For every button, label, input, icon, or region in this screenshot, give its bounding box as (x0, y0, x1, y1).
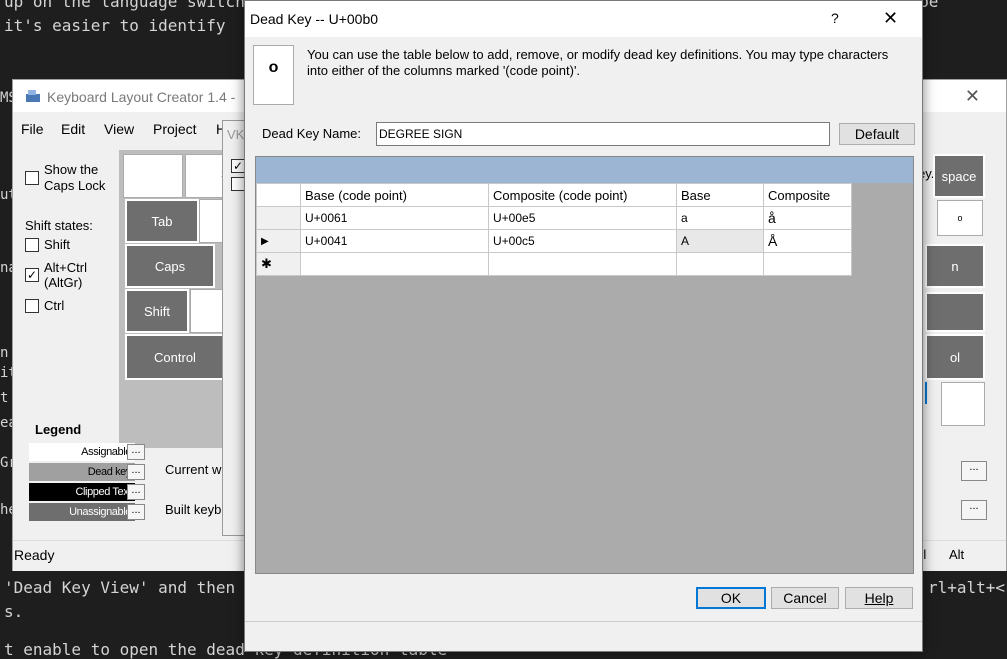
klc-close-icon[interactable]: ✕ (965, 86, 980, 107)
cell-base[interactable]: A (676, 229, 764, 253)
table-row[interactable]: U+0061 U+00e5 a å (256, 206, 852, 230)
dead-key-name-label: Dead Key Name: (262, 126, 361, 141)
dialog-footer-divider (245, 621, 922, 622)
ctrl-label: Ctrl (44, 298, 65, 313)
cancel-button[interactable]: Cancel (771, 587, 839, 609)
altgr-checkbox[interactable]: ✓ (25, 268, 39, 282)
key-right-shift[interactable] (925, 292, 985, 332)
shift-label: Shift (44, 237, 71, 252)
keyboard-app-icon (25, 88, 41, 104)
help-button[interactable]: Help (845, 587, 913, 609)
cell-composite[interactable] (763, 252, 852, 276)
dead-key-name-input[interactable]: DEGREE SIGN (376, 122, 830, 146)
col-base-code-point[interactable]: Base (code point) (300, 183, 489, 207)
close-icon[interactable]: ✕ (883, 8, 898, 29)
dialog-title: Dead Key -- U+00b0 (250, 11, 379, 27)
key-right-ctrl[interactable]: ol (925, 334, 985, 380)
key-control[interactable]: Control (125, 334, 225, 380)
key-right-o[interactable]: o (937, 200, 983, 236)
dialog-description: You can use the table below to add, remo… (307, 47, 889, 78)
bg-text-line4: s. (4, 602, 24, 621)
key-caps[interactable]: Caps (125, 244, 215, 288)
cell-composite[interactable]: å (763, 206, 852, 230)
menu-project[interactable]: Project (153, 121, 197, 137)
dead-key-grid: Base (code point) Composite (code point)… (255, 156, 914, 574)
klc-title: Keyboard Layout Creator 1.4 - (47, 89, 236, 105)
dead-key-dialog: Dead Key -- U+00b0 ? ✕ o You can use the… (244, 0, 923, 652)
status-alt: Alt (949, 547, 965, 562)
bg-left-fragment: n (0, 345, 9, 361)
help-icon[interactable]: ? (831, 10, 839, 26)
ok-button[interactable]: OK (696, 587, 766, 609)
right-dots-button-1[interactable]: ... (961, 461, 987, 481)
show-caps-lock-label: Show the Caps Lock (44, 162, 106, 193)
cell-base[interactable]: a (676, 206, 764, 230)
vk-checkbox-1[interactable]: ✓ (231, 159, 245, 173)
legend-dead-key-dots[interactable]: ... (127, 464, 145, 480)
key-right-blank[interactable] (941, 382, 985, 426)
cell-base-cp[interactable]: U+0061 (300, 206, 489, 230)
grid-header-row: Base (code point) Composite (code point)… (256, 183, 852, 207)
row-header-corner (256, 183, 301, 207)
dialog-title-bar: Dead Key -- U+00b0 ? ✕ (245, 1, 922, 37)
legend-title: Legend (35, 422, 82, 437)
bg-text-line3-right: rl+alt+<k (928, 578, 1007, 597)
legend-dead-key: Dead key (29, 463, 135, 481)
bg-text-line3: 'Dead Key View' and then (4, 578, 236, 597)
row-marker[interactable] (256, 206, 301, 230)
key-enter[interactable]: n (925, 244, 985, 288)
vk-title: VK (227, 127, 245, 142)
dead-key-table: Base (code point) Composite (code point)… (256, 183, 852, 276)
altgr-label: Alt+Ctrl (AltGr) (44, 260, 87, 290)
bg-text-line2: it's easier to identify (4, 16, 226, 35)
ctrl-checkbox[interactable] (25, 299, 39, 313)
legend-unassignable: Unassignable (29, 503, 135, 521)
key-blank[interactable] (123, 154, 183, 198)
shift-checkbox[interactable] (25, 238, 39, 252)
menu-file[interactable]: File (21, 121, 44, 137)
col-composite[interactable]: Composite (763, 183, 852, 207)
table-row[interactable]: ▶ U+0041 U+00c5 A Å (256, 229, 852, 253)
key-backspace[interactable]: space (933, 154, 985, 198)
cell-composite[interactable]: Å (763, 229, 852, 253)
grid-caption-bar (256, 157, 913, 183)
row-marker-new[interactable]: ✱ (256, 252, 301, 276)
bg-left-fragment: t (0, 390, 9, 406)
legend-assignable: Assignable (29, 443, 135, 461)
default-button[interactable]: Default (839, 123, 915, 145)
menu-edit[interactable]: Edit (61, 121, 85, 137)
cell-base[interactable] (676, 252, 764, 276)
focus-marker (925, 382, 927, 404)
current-label: Current w (165, 462, 222, 477)
menu-view[interactable]: View (104, 121, 134, 137)
key-tab[interactable]: Tab (125, 199, 199, 243)
shift-states-label: Shift states: (25, 218, 93, 233)
key-shift[interactable]: Shift (125, 289, 189, 333)
legend-clipped-text: Clipped Text (29, 483, 135, 501)
col-composite-code-point[interactable]: Composite (code point) (488, 183, 677, 207)
show-caps-lock-checkbox[interactable] (25, 171, 39, 185)
legend-clipped-text-dots[interactable]: ... (127, 484, 145, 500)
legend-unassignable-dots[interactable]: ... (127, 504, 145, 520)
vk-checkbox-2[interactable] (231, 177, 245, 191)
built-label: Built keyb (165, 502, 222, 517)
cell-base-cp[interactable]: U+0041 (300, 229, 489, 253)
cell-base-cp[interactable] (300, 252, 489, 276)
dead-key-preview: o (253, 45, 294, 105)
table-row-new[interactable]: ✱ (256, 252, 852, 276)
right-dots-button-2[interactable]: ... (961, 500, 987, 520)
status-text: Ready (14, 547, 55, 563)
row-marker-current[interactable]: ▶ (256, 229, 301, 253)
col-base[interactable]: Base (676, 183, 764, 207)
legend-assignable-dots[interactable]: ... (127, 444, 145, 460)
cell-composite-cp[interactable]: U+00c5 (488, 229, 677, 253)
cell-composite-cp[interactable]: U+00e5 (488, 206, 677, 230)
cell-composite-cp[interactable] (488, 252, 677, 276)
